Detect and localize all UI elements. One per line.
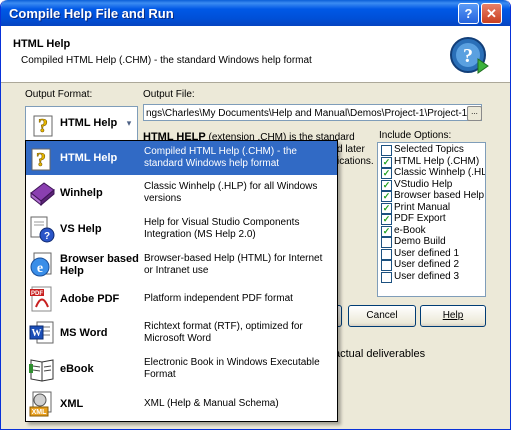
include-option-label: HTML Help (.CHM) (394, 155, 480, 167)
format-option-description: XML (Help & Manual Schema) (144, 397, 279, 409)
close-button[interactable]: ✕ (481, 3, 502, 24)
desc-fragment-1: d later (337, 144, 365, 155)
format-option-name: eBook (60, 362, 94, 375)
format-option-name: XML (60, 397, 84, 410)
format-option-name: MS Word (60, 327, 108, 339)
output-format-value: HTML Help (60, 117, 118, 129)
winhelp-icon (30, 182, 55, 207)
format-option-description: Electronic Book in Windows Executable Fo… (144, 356, 320, 380)
help-button[interactable]: Help (420, 305, 486, 327)
header-panel: HTML Help Compiled HTML Help (.CHM) - th… (1, 26, 510, 83)
browser-help-icon: e (30, 252, 52, 277)
svg-text:?: ? (463, 45, 473, 67)
header-subtitle: Compiled HTML Help (.CHM) - the standard… (21, 55, 312, 66)
include-option-label: Demo Build (394, 236, 446, 247)
output-format-label: Output Format: (25, 89, 93, 100)
xml-icon: XML (29, 391, 52, 416)
checkbox[interactable] (381, 145, 392, 156)
chevron-down-icon[interactable]: ▾ (123, 109, 135, 137)
ebook-icon (29, 358, 54, 382)
checkbox[interactable] (381, 271, 392, 283)
checkbox[interactable]: ✓ (381, 179, 392, 191)
window-title: Compile Help File and Run (9, 6, 174, 21)
compile-dialog: Compile Help File and Run ? ✕ HTML Help … (0, 0, 511, 430)
svg-text:?: ? (44, 231, 50, 242)
format-option-name: VS Help (60, 223, 102, 235)
output-file-input[interactable]: ngs\Charles\My Documents\Help and Manual… (143, 104, 482, 121)
format-option[interactable]: XML XML XML (Help & Manual Schema) (26, 386, 337, 421)
include-option-label: User defined 2 (394, 259, 460, 270)
ms-word-icon: W (29, 321, 54, 344)
format-option-description: Compiled HTML Help (.CHM) - the standard… (144, 146, 297, 169)
format-option-description: Help for Visual Studio Components Integr… (144, 217, 300, 240)
header-title: HTML Help (13, 38, 71, 50)
output-file-label: Output File: (143, 89, 195, 100)
format-option-description: Richtext format (RTF), optimized for Mic… (144, 321, 303, 344)
svg-text:W: W (32, 328, 42, 339)
include-options-label: Include Options: (379, 130, 452, 141)
checkbox[interactable] (381, 248, 392, 260)
format-option-name: Winhelp (60, 187, 103, 199)
format-option[interactable]: ? HTML Help Compiled HTML Help (.CHM) - th… (26, 141, 337, 175)
html-help-icon: ? (33, 115, 53, 137)
include-option-label: User defined 1 (394, 247, 460, 259)
checkbox[interactable] (381, 237, 392, 248)
include-options-list: Selected Topics ✓ HTML Help (.CHM) ✓ Classic… (377, 142, 486, 297)
include-option-label: Classic Winhelp (.HLF (394, 167, 486, 178)
include-option-label: PDF Export (394, 213, 446, 224)
format-option-name: HTML Help (60, 152, 118, 164)
checkbox[interactable]: ✓ (381, 191, 392, 202)
include-option-label: Browser based Help (394, 190, 485, 201)
include-option-label: Selected Topics (394, 144, 464, 155)
format-option-description: Classic Winhelp (.HLP) for all Windows v… (144, 181, 318, 204)
format-option-name: Adobe PDF (60, 293, 120, 305)
include-option-label: User defined 3 (394, 270, 460, 282)
help-globe-icon: ? (450, 37, 489, 74)
include-option-label: e-Book (394, 224, 426, 236)
deliverables-text: actual deliverables (334, 348, 426, 360)
svg-text:e: e (37, 261, 43, 276)
svg-text:?: ? (38, 115, 48, 137)
checkbox[interactable]: ✓ (381, 214, 392, 225)
format-option[interactable]: ? VS Help Help for Visual Studio Component… (26, 211, 337, 247)
checkbox[interactable]: ✓ (381, 168, 392, 179)
format-dropdown-list[interactable]: ? HTML Help Compiled HTML Help (.CHM) - th… (25, 140, 338, 422)
include-option-label: Print Manual (394, 201, 451, 213)
svg-text:XML: XML (32, 409, 48, 416)
desc-fragment-2: ications. (337, 156, 374, 167)
format-option[interactable]: W MS Word Richtext format (RTF), optimized… (26, 315, 337, 351)
pdf-icon: PDF (30, 286, 52, 312)
title-bar[interactable]: Compile Help File and Run ? ✕ (1, 0, 510, 26)
html-help-icon: ? (31, 148, 51, 171)
cancel-button[interactable]: Cancel (348, 305, 416, 327)
include-option-label: VStudio Help (394, 178, 453, 190)
checkbox[interactable]: ✓ (381, 156, 392, 168)
format-option-name: Browser based Help (60, 253, 139, 277)
checkbox[interactable] (381, 260, 392, 271)
format-option[interactable]: Winhelp Classic Winhelp (.HLP) for all Wi… (26, 175, 337, 211)
format-option-description: Platform independent PDF format (144, 293, 293, 304)
browse-button[interactable]: ... (467, 106, 482, 121)
svg-text:?: ? (36, 149, 46, 171)
format-option[interactable]: eBook Electronic Book in Windows Executab… (26, 351, 337, 386)
checkbox[interactable]: ✓ (381, 202, 392, 214)
svg-text:PDF: PDF (31, 291, 43, 297)
vs-help-icon: ? (30, 216, 55, 243)
checkbox[interactable]: ✓ (381, 225, 392, 237)
format-option-description: Browser-based Help (HTML) for Internet o… (144, 253, 323, 276)
format-option[interactable]: PDF Adobe PDF Platform independent PDF for… (26, 283, 337, 315)
output-format-combo[interactable]: ? HTML Help ▾ (25, 106, 138, 142)
help-title-button[interactable]: ? (458, 3, 479, 24)
format-option[interactable]: e Browser based Help Browser-based Help (H… (26, 247, 337, 283)
